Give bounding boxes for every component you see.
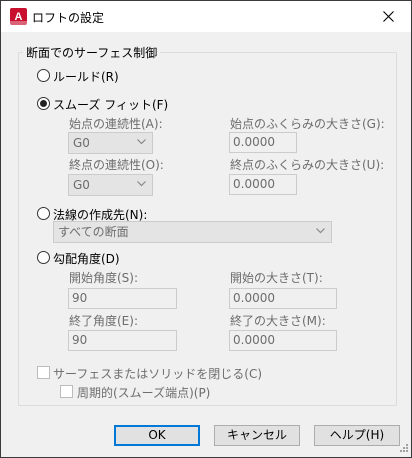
- chevron-down-icon: [137, 139, 146, 145]
- draft-angle-label[interactable]: 勾配角度(D): [53, 250, 120, 267]
- start-continuity-select[interactable]: G0: [68, 132, 153, 154]
- start-bulge-input[interactable]: 0.0000: [229, 132, 297, 153]
- ruled-radio[interactable]: [37, 69, 50, 82]
- chevron-down-icon: [137, 181, 146, 187]
- autocad-a-icon: A: [10, 8, 27, 25]
- draft-angle-radio[interactable]: [37, 251, 50, 264]
- normal-to-radio[interactable]: [37, 207, 50, 220]
- close-button[interactable]: [365, 1, 411, 32]
- start-angle-label: 開始角度(S):: [69, 271, 139, 285]
- end-bulge-label: 終点のふくらみの大きさ(U):: [230, 158, 385, 172]
- end-continuity-label: 終点の連続性(O):: [69, 158, 164, 172]
- end-magnitude-input[interactable]: 0.0000: [229, 330, 337, 351]
- group-title: 断面でのサーフェス制御: [23, 44, 161, 61]
- cancel-button[interactable]: キャンセル: [214, 425, 300, 446]
- ruled-label[interactable]: ルールド(R): [53, 68, 119, 85]
- end-angle-label: 終了角度(E):: [69, 314, 138, 328]
- start-magnitude-label: 開始の大きさ(T):: [230, 271, 323, 285]
- start-angle-input[interactable]: 90: [68, 288, 177, 309]
- chevron-down-icon: [316, 228, 325, 234]
- close-icon: [382, 11, 394, 22]
- start-continuity-label: 始点の連続性(A):: [69, 117, 163, 131]
- loft-settings-dialog: A ロフトの設定 断面でのサーフェス制御 ルールド(R) スムーズ フィット(F…: [0, 0, 412, 458]
- smooth-fit-label[interactable]: スムーズ フィット(F): [53, 96, 168, 113]
- normal-to-value: すべての断面: [58, 225, 129, 239]
- periodic-checkbox[interactable]: [60, 385, 73, 398]
- end-angle-input[interactable]: 90: [68, 330, 177, 351]
- end-continuity-select[interactable]: G0: [68, 174, 153, 196]
- help-button[interactable]: ヘルプ(H): [314, 425, 400, 446]
- start-magnitude-input[interactable]: 0.0000: [229, 288, 337, 309]
- window-title: ロフトの設定: [32, 11, 105, 25]
- close-surface-checkbox[interactable]: [37, 366, 50, 379]
- close-surface-label[interactable]: サーフェスまたはソリッドを閉じる(C): [53, 365, 262, 382]
- end-continuity-value: G0: [73, 178, 90, 192]
- start-bulge-label: 始点のふくらみの大きさ(G):: [230, 117, 385, 131]
- title-bar: A ロフトの設定: [1, 1, 411, 32]
- ok-button[interactable]: OK: [114, 425, 200, 446]
- smooth-fit-radio[interactable]: [37, 97, 50, 110]
- periodic-label[interactable]: 周期的(スムーズ端点)(P): [77, 384, 210, 401]
- resize-grip-icon[interactable]: [397, 443, 409, 455]
- end-bulge-input[interactable]: 0.0000: [229, 174, 297, 195]
- end-magnitude-label: 終了の大きさ(M):: [230, 314, 326, 328]
- start-continuity-value: G0: [73, 136, 90, 150]
- svg-text:A: A: [15, 11, 23, 23]
- normal-to-select[interactable]: すべての断面: [53, 221, 332, 243]
